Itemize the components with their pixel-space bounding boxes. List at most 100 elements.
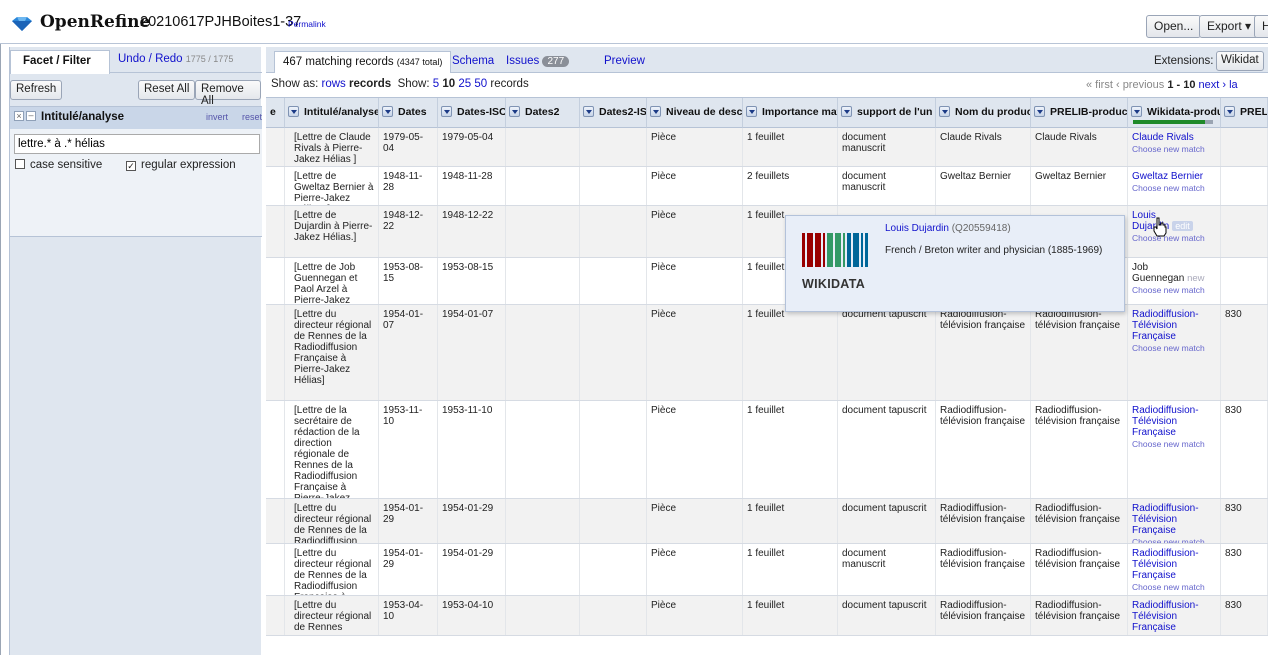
table-cell — [266, 596, 285, 635]
minimize-icon[interactable]: – — [26, 111, 36, 121]
column-header[interactable]: Dates-ISO — [438, 98, 506, 128]
page-size-5-link[interactable]: 5 — [433, 78, 439, 90]
help-button[interactable]: H — [1254, 15, 1268, 38]
facet-filter-input[interactable] — [14, 134, 260, 154]
column-menu-dropdown-icon[interactable] — [746, 106, 757, 117]
column-menu-dropdown-icon[interactable] — [382, 106, 393, 117]
table-cell: 1948-11-28 — [438, 167, 506, 205]
table-cell — [580, 499, 647, 543]
column-menu-dropdown-icon[interactable] — [1034, 106, 1045, 117]
first-page-link[interactable]: « first — [1086, 79, 1113, 91]
choose-new-match-link[interactable]: Choose new match — [1132, 343, 1216, 354]
table-row: [Lettre de Gweltaz Bernier à Pierre-Jake… — [266, 167, 1268, 206]
column-header[interactable]: Dates — [379, 98, 438, 128]
wikidata-match-link[interactable]: Radiodiffusion-Télévision Française — [1132, 309, 1216, 342]
tab-facet-filter[interactable]: Facet / Filter — [10, 50, 110, 74]
column-header[interactable]: PREL — [1221, 98, 1268, 128]
table-cell — [266, 305, 285, 400]
choose-new-match-link[interactable]: Choose new match — [1132, 582, 1216, 593]
wikidata-match-link[interactable]: Radiodiffusion-Télévision Française — [1132, 548, 1216, 581]
regular-expression-checkbox[interactable]: ✓ regular expression — [126, 159, 236, 171]
tab-issues[interactable]: Issues 277 — [506, 55, 570, 67]
wikidata-match-link[interactable]: Radiodiffusion-Télévision Française — [1132, 503, 1216, 536]
column-menu-dropdown-icon[interactable] — [1224, 106, 1235, 117]
table-cell — [506, 401, 580, 498]
column-header-label: e — [270, 106, 276, 118]
column-header[interactable]: Nom du produc — [936, 98, 1031, 128]
facet-invert-link[interactable]: invert — [206, 112, 228, 122]
column-header[interactable]: PRELIB-product — [1031, 98, 1128, 128]
wikidata-match-link-line2[interactable]: Guennegan — [1132, 273, 1184, 284]
tab-preview[interactable]: Preview — [604, 55, 645, 67]
wikidata-match-link[interactable]: Radiodiffusion-Télévision Française — [1132, 405, 1216, 438]
wikidata-match-link[interactable]: Gweltaz Bernier — [1132, 171, 1216, 182]
tab-undo-redo[interactable]: Undo / Redo 1775 / 1775 — [118, 53, 233, 65]
edit-badge[interactable]: edit — [1172, 221, 1193, 231]
permalink-link[interactable]: Permalink — [288, 19, 326, 29]
window-edge — [0, 0, 1, 655]
text-filter-facet: × – Intitulé/analyse invert reset case s… — [10, 106, 262, 237]
wikidata-match-link[interactable]: Claude Rivals — [1132, 132, 1216, 143]
tab-matching-records[interactable]: 467 matching records (4347 total) — [274, 51, 452, 73]
column-header[interactable]: Importance mat — [743, 98, 838, 128]
choose-new-match-link[interactable]: Choose new match — [1132, 183, 1216, 194]
page-size-50-link[interactable]: 50 — [474, 78, 487, 90]
case-sensitive-checkbox[interactable]: case sensitive — [15, 159, 102, 171]
wikidata-extension-button[interactable]: Wikidat — [1216, 51, 1264, 71]
choose-new-match-link[interactable]: Choose new match — [1132, 144, 1216, 155]
page-size-25-link[interactable]: 25 — [458, 78, 471, 90]
column-menu-dropdown-icon[interactable] — [509, 106, 520, 117]
checkbox-unchecked-icon[interactable] — [15, 159, 25, 169]
refresh-button[interactable]: Refresh — [10, 80, 63, 100]
column-header-label: Dates-ISO — [457, 106, 506, 118]
table-cell — [266, 206, 285, 257]
column-header[interactable]: e — [266, 98, 285, 128]
popup-entity-title[interactable]: Louis Dujardin (Q20559418) — [885, 223, 1011, 234]
last-page-link[interactable]: la — [1229, 79, 1238, 91]
wikidata-match-link[interactable]: Job — [1132, 262, 1216, 273]
column-menu-dropdown-icon[interactable] — [939, 106, 950, 117]
choose-new-match-link[interactable]: Choose new match — [1132, 537, 1216, 543]
column-menu-dropdown-icon[interactable] — [650, 106, 661, 117]
facet-reset-link[interactable]: reset — [242, 112, 262, 122]
table-cell: 1979-05-04 — [438, 128, 506, 166]
column-header[interactable]: support de l'un — [838, 98, 936, 128]
table-row: [Lettre de Claude Rivals à Pierre-Jakez … — [266, 128, 1268, 167]
open-button[interactable]: Open... — [1146, 15, 1202, 38]
column-menu-dropdown-icon[interactable] — [441, 106, 452, 117]
column-menu-dropdown-icon[interactable] — [1131, 106, 1142, 117]
column-header[interactable]: Intitulé/analyse — [285, 98, 379, 128]
choose-new-match-link[interactable]: Choose new match — [1132, 439, 1216, 450]
project-name[interactable]: 20210617PJHBoites1-37 — [140, 14, 301, 30]
app-name[interactable]: OpenRefine — [40, 12, 150, 32]
table-cell: [Lettre du directeur régional de Rennes — [285, 596, 379, 635]
data-view-panel: 467 matching records (4347 total) Schema… — [266, 47, 1268, 655]
column-menu-dropdown-icon[interactable] — [583, 106, 594, 117]
table-row: [Lettre du directeur régional de Rennes … — [266, 544, 1268, 596]
openrefine-logo-icon[interactable] — [11, 16, 33, 32]
previous-page-link[interactable]: ‹ previous — [1116, 79, 1164, 91]
column-menu-dropdown-icon[interactable] — [841, 106, 852, 117]
remove-all-button[interactable]: Remove All — [195, 80, 261, 107]
column-menu-dropdown-icon[interactable] — [288, 106, 299, 117]
table-cell: [Lettre de Claude Rivals à Pierre-Jakez … — [285, 128, 379, 166]
column-header[interactable]: Dates2 — [506, 98, 580, 128]
next-page-link[interactable]: next › — [1199, 79, 1227, 91]
wikidata-wordmark: WIKIDATA — [802, 277, 866, 291]
close-icon[interactable]: × — [14, 111, 24, 121]
export-button[interactable]: Export ▾ — [1199, 15, 1260, 38]
reset-all-button[interactable]: Reset All — [138, 80, 196, 100]
choose-new-match-link[interactable]: Choose new match — [1132, 285, 1216, 296]
table-cell: [Lettre du directeur régional de Rennes … — [285, 544, 379, 595]
column-header[interactable]: Dates2-ISO — [580, 98, 647, 128]
table-cell: Pièce — [647, 167, 743, 205]
column-header[interactable]: Wikidata-produ — [1128, 98, 1221, 128]
rows-mode-link[interactable]: rows — [322, 78, 346, 90]
wikidata-match-link[interactable]: Radiodiffusion-Télévision Française — [1132, 600, 1216, 633]
tab-schema[interactable]: Schema — [452, 55, 494, 67]
tab-undo-label: Undo / Redo — [118, 53, 183, 65]
column-header[interactable]: Niveau de descr — [647, 98, 743, 128]
checkbox-checked-icon[interactable]: ✓ — [126, 161, 136, 171]
choose-new-match-link[interactable]: Choose new match — [1132, 233, 1216, 244]
popup-entity-name[interactable]: Louis Dujardin — [885, 223, 949, 234]
